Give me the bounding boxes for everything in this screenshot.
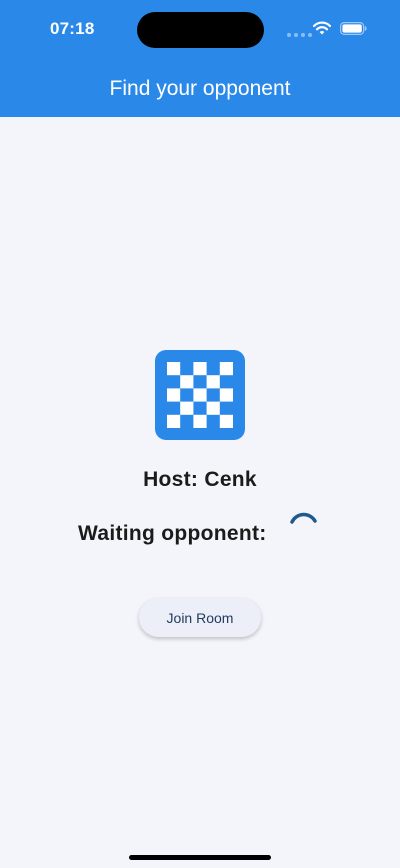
app-header: 07:18 Find your opponent: [0, 0, 400, 117]
wifi-icon: [313, 21, 331, 35]
board-square: [206, 375, 220, 389]
board-square: [180, 401, 194, 415]
join-room-button[interactable]: Join Room: [139, 598, 261, 637]
page-title: Find your opponent: [109, 77, 291, 100]
board-square: [167, 388, 181, 402]
board-square: [167, 414, 181, 428]
dynamic-island: [137, 12, 264, 48]
status-time: 07:18: [50, 19, 95, 38]
board-square: [219, 362, 233, 376]
board-square: [180, 375, 194, 389]
board-square: [219, 414, 233, 428]
home-indicator: [129, 855, 271, 860]
host-label: Host: Cenk: [143, 468, 257, 491]
board-square: [193, 388, 207, 402]
board-square: [206, 401, 220, 415]
board-square: [219, 388, 233, 402]
board-square: [167, 362, 181, 376]
checkerboard-icon: [155, 350, 245, 440]
waiting-label: Waiting opponent:: [78, 522, 267, 545]
loading-spinner: [290, 512, 317, 524]
battery-icon: [340, 22, 367, 35]
board-square: [193, 362, 207, 376]
signal-dots-icon: [287, 33, 312, 37]
screen: 07:18 Find your opponent Host: Cenk Wait…: [0, 0, 400, 868]
board-square: [193, 414, 207, 428]
